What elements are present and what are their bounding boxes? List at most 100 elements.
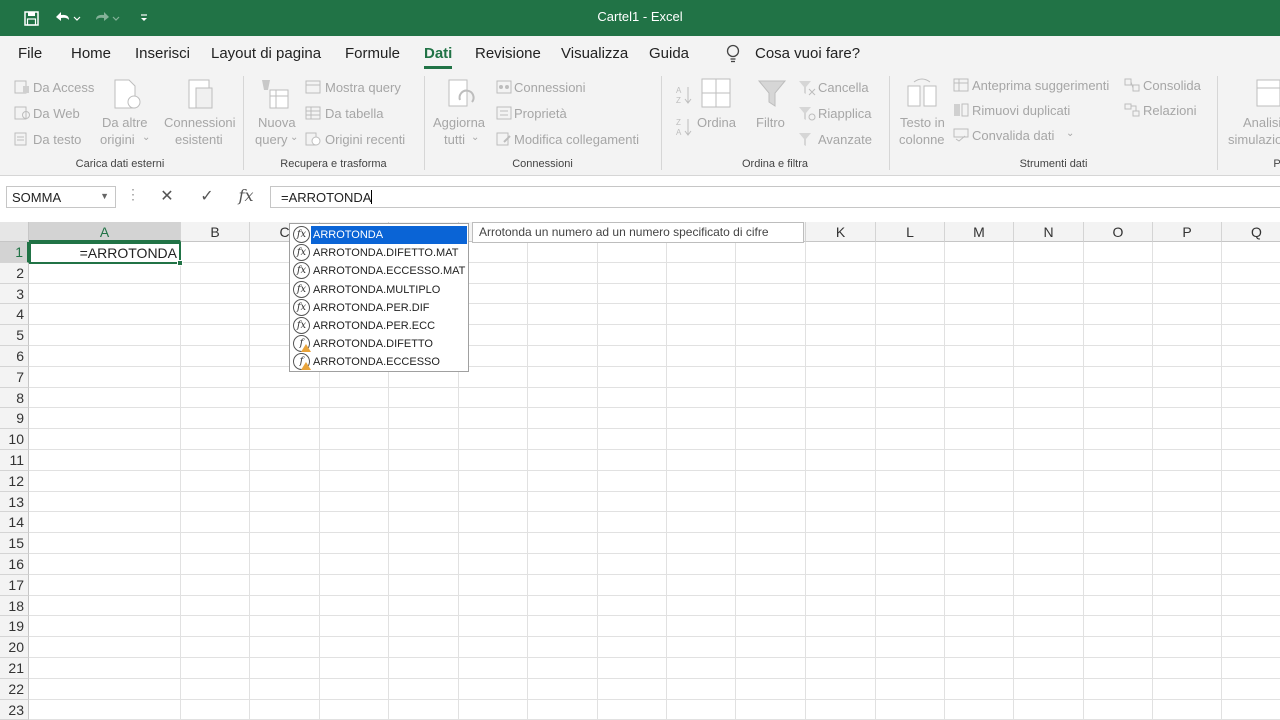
da-altre-origini-button-line2[interactable]: origini [100,132,135,147]
web-icon [14,106,30,125]
spreadsheet-grid[interactable]: ABCDEFGHIJKLMNOPQ12345678910111213141516… [0,222,1280,720]
tell-me-search[interactable]: Cosa vuoi fare? [755,45,860,62]
column-header-a[interactable]: A [29,222,181,242]
testo-in-colonne-button[interactable]: Testo in [900,115,945,130]
autocomplete-item[interactable]: ARROTONDA.DIFETTO [290,335,468,353]
row-header-23[interactable]: 23 [0,699,29,720]
tab-inserisci[interactable]: Inserisci [135,45,190,62]
da-web-button[interactable]: Da Web [33,106,80,121]
row-header-19[interactable]: 19 [0,616,29,638]
column-header-b[interactable]: B [181,222,250,242]
cancel-button[interactable]: ✕ [156,186,178,208]
testo-in-colonne-button-line2[interactable]: colonne [899,132,945,147]
autocomplete-item[interactable]: ARROTONDA [311,226,467,244]
chevron-down-icon[interactable]: ▼ [100,191,109,201]
row-header-3[interactable]: 3 [0,283,29,305]
row-header-18[interactable]: 18 [0,595,29,617]
mostra-query-button[interactable]: Mostra query [325,80,401,95]
connessioni-esistenti-button-line2[interactable]: esistenti [175,132,223,147]
column-header-q[interactable]: Q [1222,222,1280,242]
column-header-m[interactable]: M [945,222,1014,242]
active-cell-a1[interactable]: =ARROTONDA [29,242,183,266]
riapplica-button[interactable]: Riapplica [818,106,871,121]
enter-button[interactable]: ✓ [196,186,218,208]
name-box[interactable]: SOMMA ▼ [6,186,116,208]
row-header-22[interactable]: 22 [0,678,29,700]
sort-za-icon: ZA [675,116,693,143]
sort-icon [701,78,731,113]
aggiorna-tutti-button[interactable]: Aggiorna [433,115,485,130]
nuova-query-button-line2[interactable]: query [255,132,288,147]
tab-home[interactable]: Home [71,45,111,62]
row-header-11[interactable]: 11 [0,450,29,471]
row-header-7[interactable]: 7 [0,366,29,388]
ordina-button[interactable]: Ordina [697,115,736,130]
row-header-14[interactable]: 14 [0,512,29,534]
row-header-13[interactable]: 13 [0,491,29,513]
row-header-15[interactable]: 15 [0,533,29,554]
tab-formule[interactable]: Formule [345,45,400,62]
row-header-8[interactable]: 8 [0,387,29,409]
autocomplete-item[interactable]: ARROTONDA.MULTIPLO [290,281,468,299]
filtro-button[interactable]: Filtro [756,115,785,130]
da-access-button[interactable]: Da Access [33,80,94,95]
rimuovi-duplicati-button[interactable]: Rimuovi duplicati [972,103,1070,118]
anteprima-suggerimenti-button[interactable]: Anteprima suggerimenti [972,78,1109,93]
row-header-9[interactable]: 9 [0,408,29,430]
convalida-dati-button[interactable]: Convalida dati [972,128,1054,143]
fill-handle[interactable] [177,260,183,266]
gridline [29,282,1280,284]
relazioni-button[interactable]: Relazioni [1143,103,1196,118]
proprieta-button[interactable]: Proprietà [514,106,567,121]
nuova-query-button[interactable]: Nuova [258,115,296,130]
da-testo-button[interactable]: Da testo [33,132,81,147]
row-header-20[interactable]: 20 [0,637,29,658]
formula-input[interactable]: =ARROTONDA [270,186,1280,208]
analisi-simulazione-button[interactable]: Analisi [1243,115,1280,130]
connessioni-esistenti-button[interactable]: Connessioni [164,115,236,130]
autocomplete-item[interactable]: ARROTONDA.DIFETTO.MAT [290,244,468,262]
aggiorna-tutti-button-line2[interactable]: tutti [444,132,465,147]
row-header-1[interactable]: 1 [0,242,29,263]
autocomplete-item[interactable]: ARROTONDA.ECCESSO.MAT [290,262,468,280]
chevron-down-icon: ⌄ [142,132,151,143]
tab-visualizza[interactable]: Visualizza [561,45,628,62]
column-header-l[interactable]: L [876,222,945,242]
row-header-21[interactable]: 21 [0,658,29,679]
row-header-5[interactable]: 5 [0,325,29,346]
tab-revisione[interactable]: Revisione [475,45,541,62]
formula-text: =ARROTONDA [281,190,372,205]
column-header-o[interactable]: O [1084,222,1153,242]
column-header-k[interactable]: K [806,222,876,242]
row-header-12[interactable]: 12 [0,470,29,492]
tab-dati[interactable]: Dati [424,45,453,69]
da-altre-origini-button[interactable]: Da altre [102,115,148,130]
tab-layout-di-pagina[interactable]: Layout di pagina [211,45,321,62]
cancella-button[interactable]: Cancella [818,80,869,95]
row-header-2[interactable]: 2 [0,262,29,284]
origini-recenti-button[interactable]: Origini recenti [325,132,405,147]
autocomplete-item[interactable]: ARROTONDA.PER.DIF [290,299,468,317]
autocomplete-item[interactable]: ARROTONDA.ECCESSO [290,353,468,371]
column-header-n[interactable]: N [1014,222,1084,242]
da-tabella-button[interactable]: Da tabella [325,106,384,121]
row-header-17[interactable]: 17 [0,574,29,596]
insert-function-button[interactable]: fx [234,186,258,208]
row-header-16[interactable]: 16 [0,554,29,575]
connessioni-button[interactable]: Connessioni [514,80,586,95]
row-header-6[interactable]: 6 [0,346,29,367]
row-header-4[interactable]: 4 [0,304,29,326]
analisi-simulazione-button-line2[interactable]: simulazio [1228,132,1280,147]
autocomplete-item[interactable]: ARROTONDA.PER.ECC [290,317,468,335]
row-header-10[interactable]: 10 [0,429,29,450]
select-all-button[interactable] [0,222,29,242]
gridline [29,615,1280,617]
tab-guida[interactable]: Guida [649,45,689,62]
tab-file[interactable]: File [18,45,42,62]
gridline [29,511,1280,513]
modifica-collegamenti-button[interactable]: Modifica collegamenti [514,132,639,147]
function-autocomplete-list[interactable]: fx ARROTONDA fx ARROTONDA.DIFETTO.MAT fx ARRO… [289,223,469,372]
column-header-p[interactable]: P [1153,222,1222,242]
consolida-button[interactable]: Consolida [1143,78,1201,93]
avanzate-button[interactable]: Avanzate [818,132,872,147]
